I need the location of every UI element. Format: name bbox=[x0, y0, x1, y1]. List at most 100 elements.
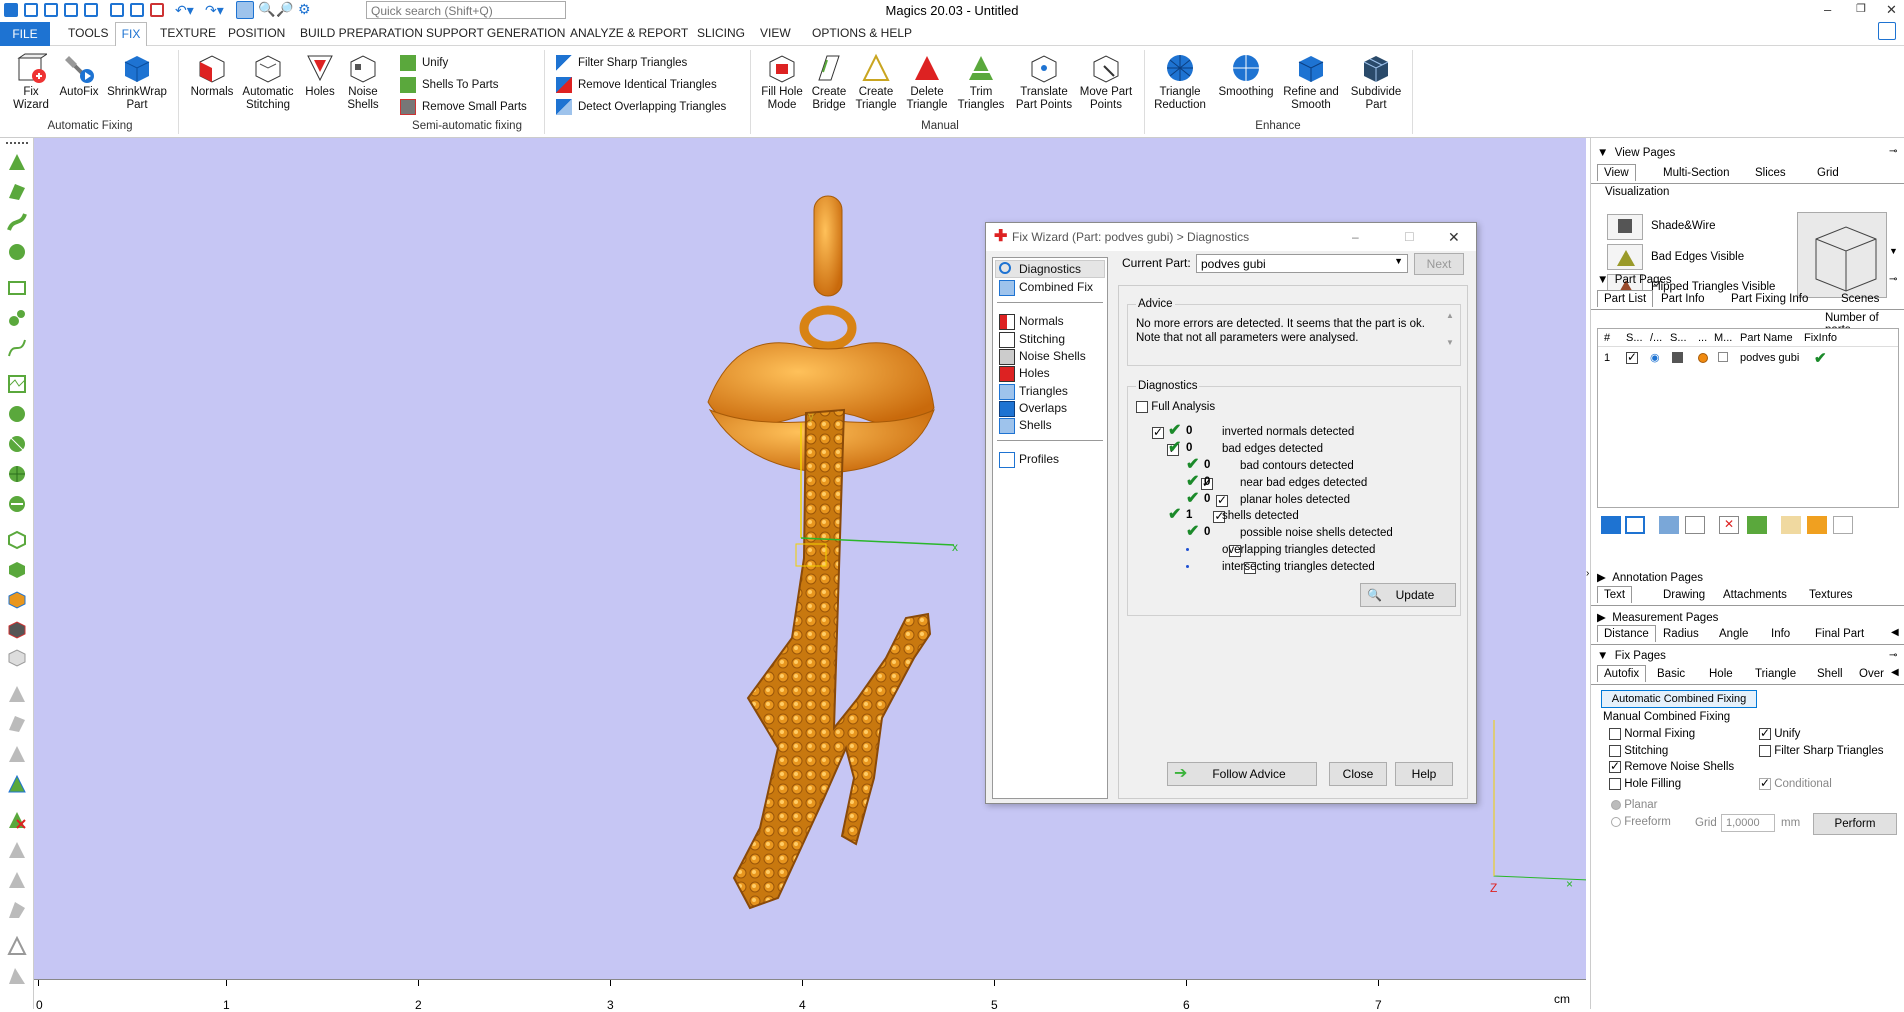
table-row[interactable]: 1 ◉ podves gubi ✔ bbox=[1598, 349, 1898, 367]
tab-distance[interactable]: Distance bbox=[1597, 625, 1656, 642]
view-cube-dropdown-icon[interactable]: ▼ bbox=[1889, 246, 1898, 256]
col-index[interactable]: # bbox=[1604, 332, 1610, 344]
tab-radius[interactable]: Radius bbox=[1663, 628, 1699, 640]
mark-multi-icon[interactable] bbox=[7, 404, 27, 424]
create-bridge-button[interactable]: Create Bridge bbox=[808, 52, 850, 112]
mark-plane-icon[interactable] bbox=[7, 182, 27, 202]
minimize-button[interactable]: – bbox=[1824, 2, 1831, 17]
tab-options-help[interactable]: OPTIONS & HELP bbox=[812, 26, 912, 40]
part-gray-box-icon[interactable] bbox=[7, 648, 27, 668]
row-select-checkbox[interactable] bbox=[1626, 350, 1638, 365]
tab-scroll-icon[interactable]: ◀ bbox=[1891, 627, 1899, 638]
part-tool-icon[interactable] bbox=[1747, 516, 1767, 534]
mark-wave-icon[interactable] bbox=[7, 374, 27, 394]
part-tool-icon[interactable] bbox=[1601, 516, 1621, 534]
view-pages-header[interactable]: ▼ View Pages bbox=[1597, 147, 1675, 159]
shrinkwrap-button[interactable]: ShrinkWrap Part bbox=[104, 52, 170, 112]
pin-icon[interactable]: ⊸ bbox=[1889, 274, 1897, 285]
gray-plane-icon[interactable] bbox=[7, 714, 27, 734]
tab-fix[interactable]: FIX bbox=[115, 22, 147, 47]
follow-advice-button[interactable]: ➔ Follow Advice bbox=[1167, 762, 1317, 786]
tab-part-info[interactable]: Part Info bbox=[1661, 293, 1704, 305]
part-tool-icon[interactable] bbox=[1685, 516, 1705, 534]
planar-holes-checkbox[interactable] bbox=[1216, 493, 1229, 507]
full-analysis-checkbox[interactable]: Full Analysis bbox=[1136, 399, 1215, 415]
grid-value-input[interactable]: 1,0000 bbox=[1721, 814, 1775, 832]
part-pages-header[interactable]: ▼ Part Pages bbox=[1597, 274, 1672, 286]
tab-hole[interactable]: Hole bbox=[1709, 668, 1733, 680]
nav-shells[interactable]: Shells bbox=[999, 418, 1052, 434]
remove-small-parts-button[interactable]: Remove Small Parts bbox=[400, 98, 527, 116]
tab-info[interactable]: Info bbox=[1771, 628, 1790, 640]
perform-button[interactable]: Perform bbox=[1813, 813, 1897, 835]
autofix-button[interactable]: AutoFix bbox=[58, 52, 100, 99]
part-green-box-icon[interactable] bbox=[7, 560, 27, 580]
tab-file[interactable]: FILE bbox=[0, 22, 50, 46]
layout-icon[interactable] bbox=[1878, 22, 1896, 40]
normal-fixing-checkbox[interactable]: Normal Fixing bbox=[1609, 728, 1695, 740]
tab-analyze-report[interactable]: ANALYZE & REPORT bbox=[570, 26, 688, 40]
refine-smooth-button[interactable]: Refine and Smooth bbox=[1280, 52, 1342, 112]
nav-overlaps[interactable]: Overlaps bbox=[999, 401, 1067, 417]
mark-curve-icon[interactable] bbox=[7, 338, 27, 358]
tab-slices[interactable]: Slices bbox=[1755, 167, 1786, 179]
nav-normals[interactable]: Normals bbox=[999, 314, 1064, 330]
bad-edges-visible-button[interactable] bbox=[1607, 244, 1643, 270]
shade-wire-button[interactable] bbox=[1607, 214, 1643, 240]
detect-overlapping-triangles-button[interactable]: Detect Overlapping Triangles bbox=[556, 98, 726, 116]
trim-triangles-button[interactable]: Trim Triangles bbox=[956, 52, 1006, 112]
dialog-maximize-button[interactable]: ☐ bbox=[1404, 223, 1415, 251]
dialog-title-bar[interactable]: ✚ Fix Wizard (Part: podves gubi) > Diagn… bbox=[986, 223, 1476, 251]
gray-triangle-2-icon[interactable] bbox=[7, 840, 27, 860]
gray-triangle-icon[interactable] bbox=[7, 684, 27, 704]
tab-build-preparation[interactable]: BUILD PREPARATION bbox=[300, 26, 423, 40]
mark-all-icon[interactable] bbox=[7, 464, 27, 484]
tab-view-view[interactable]: View bbox=[1597, 164, 1636, 181]
noise-shells-button[interactable]: Noise Shells bbox=[342, 52, 384, 112]
unmark-icon[interactable] bbox=[7, 434, 27, 454]
toolbar-grip[interactable] bbox=[6, 142, 28, 144]
update-button[interactable]: 🔍 Update bbox=[1360, 583, 1456, 607]
automatic-combined-fixing-button[interactable]: Automatic Combined Fixing bbox=[1601, 690, 1757, 708]
unify-checkbox[interactable]: Unify bbox=[1759, 726, 1800, 740]
remove-noise-shells-checkbox[interactable]: Remove Noise Shells bbox=[1609, 759, 1734, 773]
nav-combined-fix[interactable]: Combined Fix bbox=[999, 280, 1093, 296]
tab-view[interactable]: VIEW bbox=[760, 26, 791, 40]
tab-autofix[interactable]: Autofix bbox=[1597, 665, 1647, 682]
tab-final-part[interactable]: Final Part bbox=[1815, 628, 1864, 640]
gray-wedge-icon[interactable] bbox=[7, 966, 27, 986]
annotation-pages-header[interactable]: ▶ Annotation Pages bbox=[1597, 570, 1703, 584]
conditional-checkbox[interactable]: Conditional bbox=[1759, 776, 1832, 790]
move-part-points-button[interactable]: Move Part Points bbox=[1078, 52, 1134, 112]
dialog-minimize-button[interactable]: – bbox=[1352, 223, 1359, 251]
tab-slicing[interactable]: SLICING bbox=[697, 26, 745, 40]
planar-radio[interactable]: Planar bbox=[1611, 799, 1657, 811]
filter-sharp-checkbox[interactable]: Filter Sharp Triangles bbox=[1759, 745, 1884, 757]
tab-shell[interactable]: Shell bbox=[1817, 668, 1843, 680]
col-part-name[interactable]: Part Name bbox=[1740, 332, 1793, 344]
unify-button[interactable]: Unify bbox=[400, 54, 448, 72]
part-tool-icon[interactable] bbox=[1833, 516, 1853, 534]
freeform-radio[interactable]: Freeform bbox=[1611, 816, 1671, 828]
part-dark-box-icon[interactable] bbox=[7, 620, 27, 640]
tab-text[interactable]: Text bbox=[1597, 586, 1633, 603]
delete-marked-icon[interactable] bbox=[7, 810, 27, 830]
tab-scenes[interactable]: Scenes bbox=[1841, 293, 1879, 305]
part-tool-icon[interactable] bbox=[1659, 516, 1679, 534]
tab-basic[interactable]: Basic bbox=[1657, 668, 1685, 680]
view-cube[interactable] bbox=[1797, 212, 1887, 298]
tab-texture[interactable]: TEXTURE bbox=[160, 26, 216, 40]
gray-surface-icon[interactable] bbox=[7, 744, 27, 764]
shells-to-parts-button[interactable]: Shells To Parts bbox=[400, 76, 499, 94]
tab-attachments[interactable]: Attachments bbox=[1723, 589, 1787, 601]
automatic-stitching-button[interactable]: Automatic Stitching bbox=[240, 52, 296, 112]
remove-identical-triangles-button[interactable]: Remove Identical Triangles bbox=[556, 76, 717, 94]
tab-angle[interactable]: Angle bbox=[1719, 628, 1748, 640]
fix-pages-header[interactable]: ▼ Fix Pages bbox=[1597, 650, 1666, 662]
delete-triangle-button[interactable]: Delete Triangle bbox=[902, 52, 952, 112]
holes-button[interactable]: Holes bbox=[300, 52, 340, 99]
tab-multi-section[interactable]: Multi-Section bbox=[1663, 167, 1729, 179]
tab-position[interactable]: POSITION bbox=[228, 26, 285, 40]
normals-button[interactable]: Normals bbox=[188, 52, 236, 99]
part-tool-icon[interactable] bbox=[1807, 516, 1827, 534]
